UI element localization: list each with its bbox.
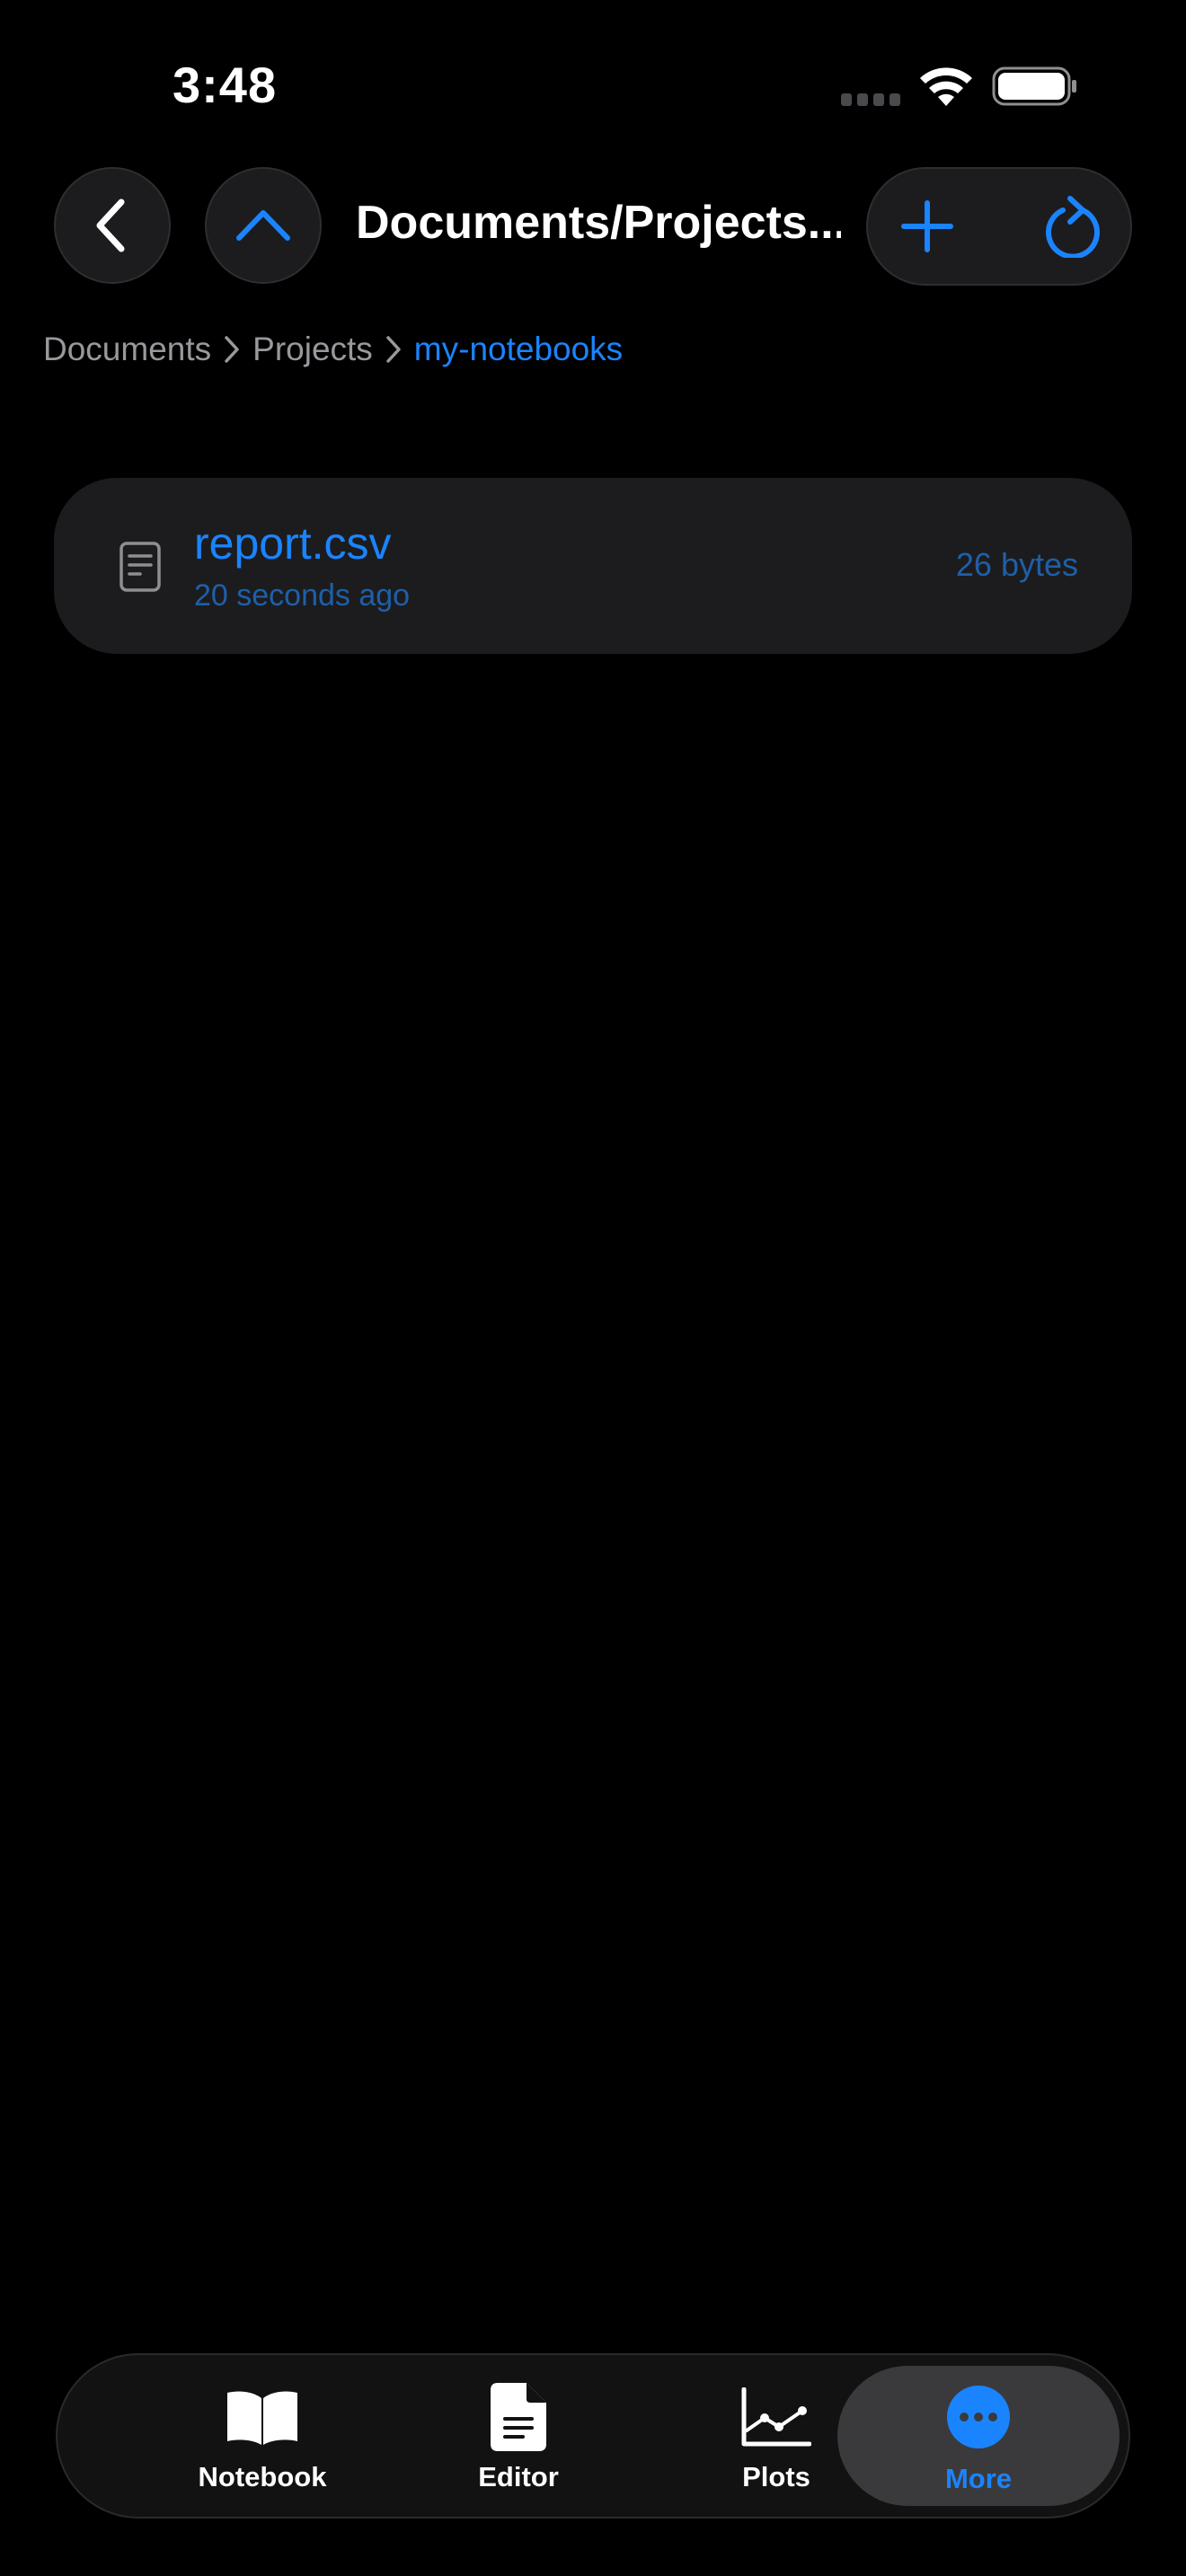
parent-folder-button[interactable] [205,167,322,284]
breadcrumb-item-my-notebooks[interactable]: my-notebooks [414,331,623,368]
battery-icon [992,66,1078,106]
tab-more-label: More [944,2463,1013,2494]
line-chart-icon [736,2382,817,2452]
cellular-signal-icon [841,93,900,106]
breadcrumb: Documents Projects my-notebooks [43,327,623,372]
page-title: Documents/Projects... [356,197,841,249]
action-group [866,167,1132,286]
book-icon [222,2382,303,2452]
plus-icon [901,200,953,252]
document-icon [119,541,162,593]
tab-bar: Notebook Editor Plots More [56,2353,1130,2519]
chevron-right-icon [218,331,245,367]
ellipsis-circle-icon [938,2382,1019,2452]
file-size: 26 bytes [955,546,1078,583]
refresh-icon [1046,196,1100,258]
tab-editor[interactable]: Editor [393,2355,644,2517]
chevron-right-icon [380,331,407,367]
refresh-button[interactable] [1039,192,1107,260]
chevron-left-icon [96,198,125,252]
tab-notebook[interactable]: Notebook [137,2355,388,2517]
status-time: 3:48 [173,57,278,113]
breadcrumb-item-projects[interactable]: Projects [252,331,373,368]
tab-notebook-label: Notebook [198,2461,327,2492]
file-row[interactable]: report.csv 20 seconds ago 26 bytes [54,478,1132,654]
tab-editor-label: Editor [478,2461,559,2492]
add-button[interactable] [895,194,960,259]
chevron-up-icon [236,210,290,241]
wifi-icon [918,65,974,108]
back-button[interactable] [54,167,171,284]
doc-text-icon [478,2382,559,2452]
breadcrumb-item-documents[interactable]: Documents [43,331,211,368]
file-modified: 20 seconds ago [194,578,411,613]
tab-more[interactable]: More [837,2366,1120,2506]
file-name: report.csv [194,518,392,569]
